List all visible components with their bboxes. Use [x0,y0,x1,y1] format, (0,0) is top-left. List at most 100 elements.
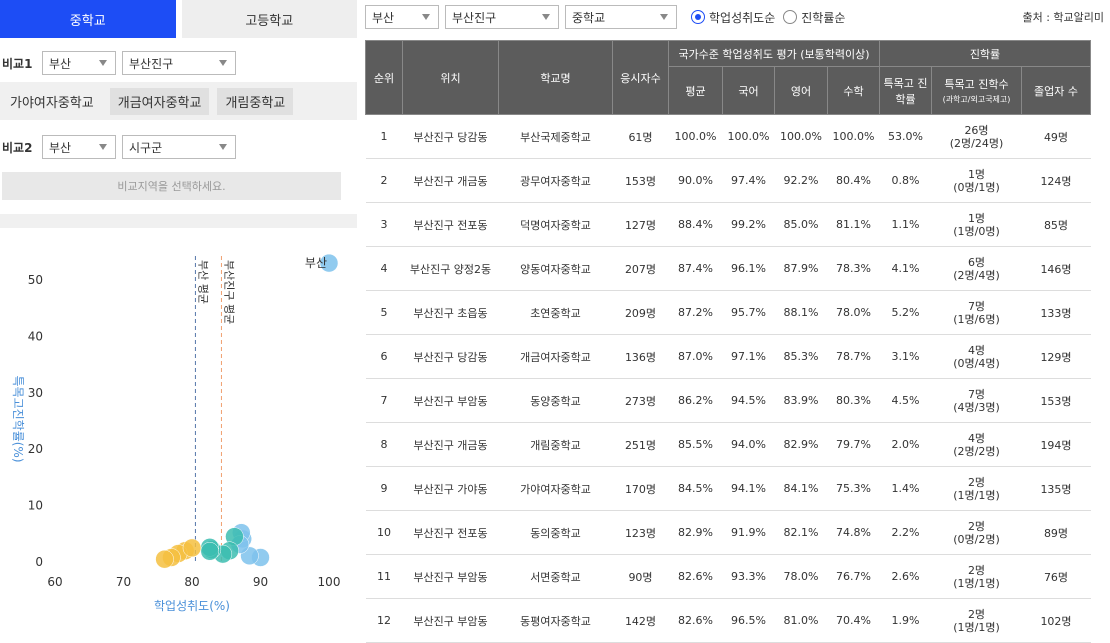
compare1-region-value: 부산 [49,56,72,71]
cell-rank: 4 [365,246,403,291]
y-tick-label: 10 [28,499,43,513]
cell-rank: 8 [365,422,403,467]
cell-special-count: 1명 (1명/0명) [931,202,1022,247]
cell-eng: 100.0% [774,114,828,159]
tab-middle-school[interactable]: 중학교 [0,0,176,38]
x-tick-label: 70 [116,575,131,589]
header-location: 위치 [402,40,499,115]
x-tick-label: 80 [184,575,199,589]
cell-avg: 85.5% [668,422,723,467]
sort-achievement-radio[interactable]: 학업성취도순 [691,9,775,26]
special-count-value: 7명 [967,387,986,401]
cell-avg: 88.4% [668,202,723,247]
cell-loc: 부산진구 전포동 [402,202,499,247]
cell-kor: 96.1% [722,246,775,291]
cell-kor: 95.7% [722,290,775,335]
special-count-value: 4명 [967,431,986,445]
cell-loc: 부산진구 개금동 [402,422,499,467]
cell-math: 74.8% [827,510,880,555]
cell-rank: 10 [365,510,403,555]
cell-special-count: 2명 (1명/1명) [931,466,1022,511]
cell-loc: 부산진구 전포동 [402,510,499,555]
compare2-district-select[interactable]: 시구군 [122,135,236,159]
y-tick-label: 30 [28,386,43,400]
reference-line-label: 부산 평균 [196,260,209,304]
special-count-sub: (1명/6명) [953,312,1000,326]
special-count-value: 6명 [967,255,986,269]
header-advance: 진학률 [878,40,1092,67]
cell-kor: 100.0% [722,114,775,159]
school-chip[interactable]: 가야여자중학교 [4,87,102,115]
cell-rate: 3.1% [879,334,932,379]
cell-kor: 93.3% [722,554,775,599]
district-select[interactable]: 부산진구 [445,5,559,29]
cell-special-count: 26명 (2명/24명) [931,114,1022,159]
chevron-down-icon [99,144,107,150]
cell-kor: 91.9% [722,510,775,555]
header-examinees: 응시자수 [612,40,669,115]
table-row[interactable]: 2 부산진구 개금동 광무여자중학교 153명 90.0% 97.4% 92.2% 80.4%… [365,158,1091,203]
cell-eng: 81.0% [774,598,828,643]
school-chip[interactable]: 개림중학교 [217,87,294,115]
cell-avg: 84.5% [668,466,723,511]
table-row[interactable]: 9 부산진구 가야동 가야여자중학교 170명 84.5% 94.1% 84.1% 75.3%… [365,466,1091,511]
y-tick-label: 20 [28,442,43,456]
table-row[interactable]: 3 부산진구 전포동 덕명여자중학교 127명 88.4% 99.2% 85.0% 81.1%… [365,202,1091,247]
cell-rate: 4.5% [879,378,932,423]
cell-special-count: 7명 (1명/6명) [931,290,1022,335]
cell-math: 75.3% [827,466,880,511]
cell-n: 153명 [612,158,669,203]
tab-high-school[interactable]: 고등학교 [181,0,357,38]
table-row[interactable]: 10 부산진구 전포동 동의중학교 123명 82.9% 91.9% 82.1% 74.8% 2… [365,510,1091,555]
cell-n: 209명 [612,290,669,335]
compare2-row: 비교2 부산 시구군 [0,134,357,160]
cell-math: 78.0% [827,290,880,335]
cell-name: 동의중학교 [498,510,613,555]
compare2-region-select[interactable]: 부산 [42,135,116,159]
cell-n: 90명 [612,554,669,599]
cell-rate: 0.8% [879,158,932,203]
cell-grad: 49명 [1021,114,1091,159]
cell-rank: 2 [365,158,403,203]
cell-rank: 7 [365,378,403,423]
cell-rate: 2.0% [879,422,932,467]
level-select[interactable]: 중학교 [565,5,677,29]
cell-n: 136명 [612,334,669,379]
cell-name: 동평여자중학교 [498,598,613,643]
table-row[interactable]: 6 부산진구 당감동 개금여자중학교 136명 87.0% 97.1% 85.3% 78.7%… [365,334,1091,379]
table-row[interactable]: 7 부산진구 부암동 동양중학교 273명 86.2% 94.5% 83.9% 80.3% 4.… [365,378,1091,423]
region-select[interactable]: 부산 [365,5,439,29]
compare1-district-value: 부산진구 [129,56,174,71]
cell-name: 가야여자중학교 [498,466,613,511]
table-row[interactable]: 5 부산진구 초읍동 초연중학교 209명 87.2% 95.7% 88.1% 78.0% 5.… [365,290,1091,335]
school-chip[interactable]: 개금여자중학교 [109,87,210,115]
table-row[interactable]: 8 부산진구 개금동 개림중학교 251명 85.5% 94.0% 82.9% 79.7% 2.… [365,422,1091,467]
cell-n: 61명 [612,114,669,159]
table-row[interactable]: 4 부산진구 양정2동 양동여자중학교 207명 87.4% 96.1% 87.9% 78.3… [365,246,1091,291]
x-tick-label: 60 [47,575,62,589]
cell-eng: 82.1% [774,510,828,555]
filter-row: 부산 부산진구 중학교 학업성취도순 진학률순 출처 : 학교알리미 [365,4,1110,30]
cell-eng: 83.9% [774,378,828,423]
cell-avg: 100.0% [668,114,723,159]
header-avg: 평균 [668,66,723,115]
chevron-down-icon [219,144,227,150]
cell-avg: 90.0% [668,158,723,203]
cell-grad: 89명 [1021,510,1091,555]
header-graduates: 졸업자 수 [1020,66,1092,115]
table-row[interactable]: 11 부산진구 부암동 서면중학교 90명 82.6% 93.3% 78.0% 76.7% 2.… [365,554,1091,599]
scatter-chart: 60 70 80 90 100 0 10 20 30 40 50 부산 평균 부산진구 평균 부산 학업성취… [0,236,357,633]
compare1-region-select[interactable]: 부산 [42,51,116,75]
cell-kor: 97.4% [722,158,775,203]
table-row[interactable]: 12 부산진구 부암동 동평여자중학교 142명 82.6% 96.5% 81.0% 70.4… [365,598,1091,643]
header-korean: 국어 [722,66,775,115]
sort-advance-radio[interactable]: 진학률순 [783,9,845,26]
compare1-district-select[interactable]: 부산진구 [122,51,236,75]
special-count-sub: (2명/4명) [953,268,1000,282]
table-row[interactable]: 1 부산진구 당감동 부산국제중학교 61명 100.0% 100.0% 100.0% 100… [365,114,1091,159]
cell-grad: 135명 [1021,466,1091,511]
cell-rank: 9 [365,466,403,511]
special-count-sub: (4명/3명) [953,400,1000,414]
cell-loc: 부산진구 당감동 [402,334,499,379]
header-special-count-label: 특목고 진학수 [944,78,1009,91]
